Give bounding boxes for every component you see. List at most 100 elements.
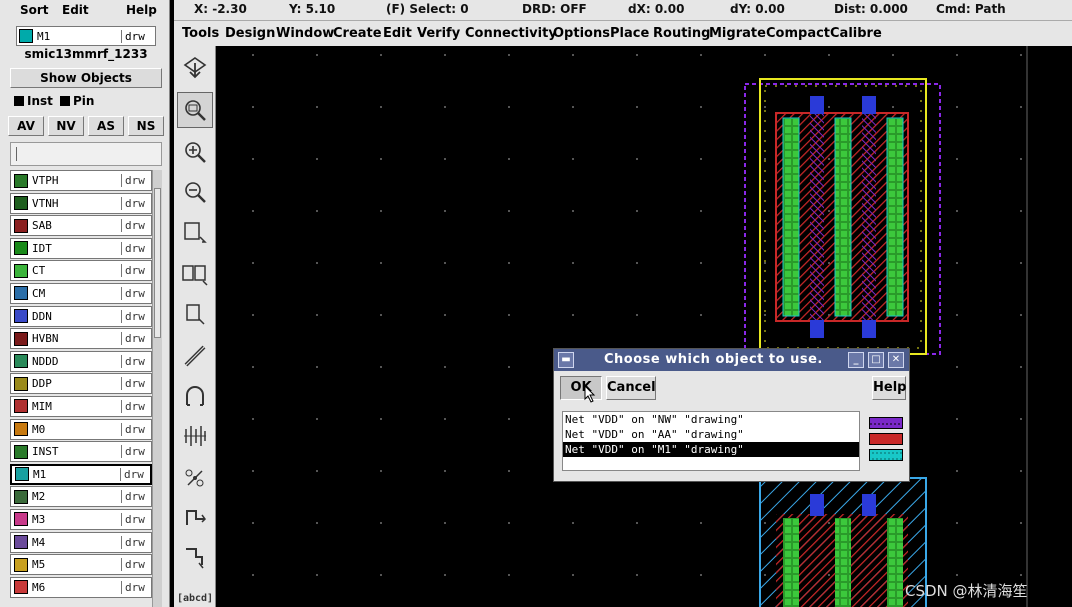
minimize-icon[interactable]: _: [848, 352, 864, 368]
inst-label: Inst: [27, 94, 53, 108]
layer-row-mim[interactable]: MIM drw: [10, 395, 152, 417]
dialog-title: Choose which object to use.: [604, 352, 823, 367]
layer-row-m1[interactable]: M1 drw: [10, 463, 152, 485]
close-icon[interactable]: ✕: [888, 352, 904, 368]
left-toolbar: [abcd]: [174, 46, 216, 607]
aa-layer-swatch: [869, 433, 903, 445]
menu-window[interactable]: Window: [276, 26, 334, 41]
current-layer-field[interactable]: M1 drw: [16, 26, 156, 46]
ruler-icon[interactable]: [177, 500, 213, 536]
menu-edit[interactable]: Edit: [383, 26, 412, 41]
object-item-m1[interactable]: Net "VDD" on "M1" "drawing": [563, 442, 859, 457]
layer-list-scrollbar[interactable]: [152, 170, 162, 607]
layer-purpose: drw: [121, 512, 151, 526]
window-menu-icon[interactable]: ▬: [558, 352, 574, 368]
layer-purpose: drw: [121, 558, 151, 572]
av-button[interactable]: AV: [8, 116, 44, 136]
layer-row-m5[interactable]: M5 drw: [10, 554, 152, 576]
move-icon[interactable]: [177, 296, 213, 332]
object-list[interactable]: Net "VDD" on "NW" "drawing" Net "VDD" on…: [562, 411, 860, 471]
undo-icon[interactable]: [177, 418, 213, 454]
label-icon[interactable]: [abcd]: [177, 580, 213, 607]
layer-name: M1: [33, 467, 47, 481]
current-layer-purpose: drw: [121, 29, 155, 43]
menu-verify[interactable]: Verify: [417, 26, 460, 41]
lsw-menu-edit[interactable]: Edit: [62, 0, 89, 20]
layer-swatch: [14, 557, 28, 572]
layer-name: SAB: [32, 219, 52, 233]
layer-row-ct[interactable]: CT drw: [10, 260, 152, 282]
maximize-icon[interactable]: □: [868, 352, 884, 368]
layer-name: M2: [32, 490, 46, 504]
layer-row-inst[interactable]: INST drw: [10, 441, 152, 463]
menu-tools[interactable]: Tools: [182, 26, 219, 41]
layer-purpose: drw: [120, 467, 150, 481]
status-drd: DRD: OFF: [522, 2, 587, 16]
menu-place[interactable]: Place: [610, 26, 649, 41]
layer-purpose: drw: [121, 264, 151, 278]
save-icon[interactable]: [177, 50, 213, 86]
watermark: CSDN @林清海笙: [905, 582, 1028, 600]
inst-checkbox[interactable]: Inst: [14, 94, 53, 108]
copy-icon[interactable]: [177, 256, 213, 292]
layer-swatch: [14, 263, 28, 278]
menu-compact[interactable]: Compact: [766, 26, 830, 41]
layer-purpose: drw: [121, 399, 151, 413]
lsw-menu-sort[interactable]: Sort: [20, 0, 49, 20]
arc-icon[interactable]: [177, 378, 213, 414]
dialog-titlebar[interactable]: ▬ Choose which object to use. _ □ ✕: [554, 349, 909, 371]
layer-row-sab[interactable]: SAB drw: [10, 215, 152, 237]
reshape-icon[interactable]: [177, 540, 213, 576]
choose-object-dialog: ▬ Choose which object to use. _ □ ✕ OK C…: [553, 348, 910, 482]
layer-selection-window: Sort Edit Help M1 drw smic13mmrf_1233 Sh…: [0, 0, 170, 607]
menu-calibre[interactable]: Calibre: [830, 26, 882, 41]
layer-row-m0[interactable]: M0 drw: [10, 418, 152, 440]
menu-migrate[interactable]: Migrate: [709, 26, 766, 41]
nv-button[interactable]: NV: [48, 116, 84, 136]
layer-row-cm[interactable]: CM drw: [10, 282, 152, 304]
zoom-in-icon[interactable]: [177, 134, 213, 170]
property-icon[interactable]: [177, 460, 213, 496]
layer-row-m2[interactable]: M2 drw: [10, 486, 152, 508]
ns-button[interactable]: NS: [128, 116, 164, 136]
layer-purpose: drw: [121, 286, 151, 300]
menu-connectivity[interactable]: Connectivity: [465, 26, 557, 41]
layer-row-ddp[interactable]: DDP drw: [10, 373, 152, 395]
scrollbar-thumb[interactable]: [154, 188, 161, 338]
checkbox-mark-icon: [60, 96, 70, 106]
status-dist: Dist: 0.000: [834, 2, 908, 16]
status-x: X: -2.30: [194, 2, 247, 16]
layout-canvas[interactable]: [216, 46, 1072, 607]
zoom-out-icon[interactable]: [177, 174, 213, 210]
lsw-menu-help[interactable]: Help: [126, 0, 157, 20]
object-item-aa[interactable]: Net "VDD" on "AA" "drawing": [563, 427, 859, 442]
layer-row-ddn[interactable]: DDN drw: [10, 305, 152, 327]
pin-checkbox[interactable]: Pin: [60, 94, 94, 108]
zoom-fit-icon[interactable]: [177, 92, 213, 128]
as-button[interactable]: AS: [88, 116, 124, 136]
layer-row-nddd[interactable]: NDDD drw: [10, 350, 152, 372]
help-button[interactable]: Help: [872, 376, 906, 400]
object-item-nw[interactable]: Net "VDD" on "NW" "drawing": [563, 412, 859, 427]
stretch-icon[interactable]: [177, 214, 213, 250]
layer-name: M4: [32, 535, 46, 549]
path-icon[interactable]: [177, 338, 213, 374]
menu-design[interactable]: Design: [225, 26, 275, 41]
show-objects-button[interactable]: Show Objects: [10, 68, 162, 88]
layer-purpose: drw: [121, 354, 151, 368]
layer-row-idt[interactable]: IDT drw: [10, 237, 152, 259]
layer-purpose: drw: [121, 332, 151, 346]
cancel-button[interactable]: Cancel: [606, 376, 656, 400]
layer-row-m6[interactable]: M6 drw: [10, 576, 152, 598]
layer-row-m3[interactable]: M3 drw: [10, 508, 152, 530]
menu-options[interactable]: Options: [553, 26, 610, 41]
layer-row-vtph[interactable]: VTPH drw: [10, 170, 152, 191]
menu-routing[interactable]: Routing: [653, 26, 710, 41]
layer-purpose: drw: [121, 377, 151, 391]
layer-filter-input[interactable]: [10, 142, 162, 166]
layer-row-vtnh[interactable]: VTNH drw: [10, 192, 152, 214]
layer-row-m4[interactable]: M4 drw: [10, 531, 152, 553]
menu-create[interactable]: Create: [333, 26, 382, 41]
status-y: Y: 5.10: [289, 2, 336, 16]
layer-row-hvbn[interactable]: HVBN drw: [10, 328, 152, 350]
